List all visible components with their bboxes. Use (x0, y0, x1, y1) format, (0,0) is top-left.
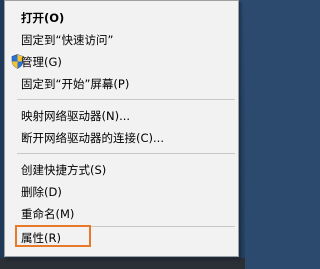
menu-item-label: 映射网络驱动器(N)... (21, 109, 131, 123)
menu-item-label: 删除(D) (21, 185, 62, 199)
menu-item-map-network-drive[interactable]: 映射网络驱动器(N)... (6, 105, 237, 127)
menu-item-label: 固定到“开始”屏幕(P) (21, 77, 130, 91)
menu-item-label: 断开网络驱动器的连接(C)... (21, 131, 164, 145)
menu-item-manage[interactable]: 管理(G) (6, 51, 237, 73)
context-menu: 打开(O) 固定到“快速访问” 管理(G) 固定到“开始”屏幕(P) 映射网络驱… (4, 0, 239, 257)
taskbar-edge (0, 258, 245, 269)
menu-item-disconnect-network-drive[interactable]: 断开网络驱动器的连接(C)... (6, 127, 237, 149)
menu-item-open[interactable]: 打开(O) (6, 7, 237, 29)
menu-item-delete[interactable]: 删除(D) (6, 181, 237, 203)
menu-item-create-shortcut[interactable]: 创建快捷方式(S) (6, 159, 237, 181)
menu-separator (17, 153, 235, 154)
menu-item-label: 打开(O) (21, 11, 65, 25)
menu-item-label: 重命名(M) (21, 207, 75, 221)
highlight-box (15, 225, 91, 247)
menu-item-label: 固定到“快速访问” (21, 33, 114, 47)
menu-item-label: 管理(G) (21, 55, 62, 69)
menu-separator (17, 99, 235, 100)
menu-item-pin-quick-access[interactable]: 固定到“快速访问” (6, 29, 237, 51)
menu-item-pin-start[interactable]: 固定到“开始”屏幕(P) (6, 73, 237, 95)
menu-item-label: 创建快捷方式(S) (21, 163, 107, 177)
menu-item-rename[interactable]: 重命名(M) (6, 203, 237, 225)
